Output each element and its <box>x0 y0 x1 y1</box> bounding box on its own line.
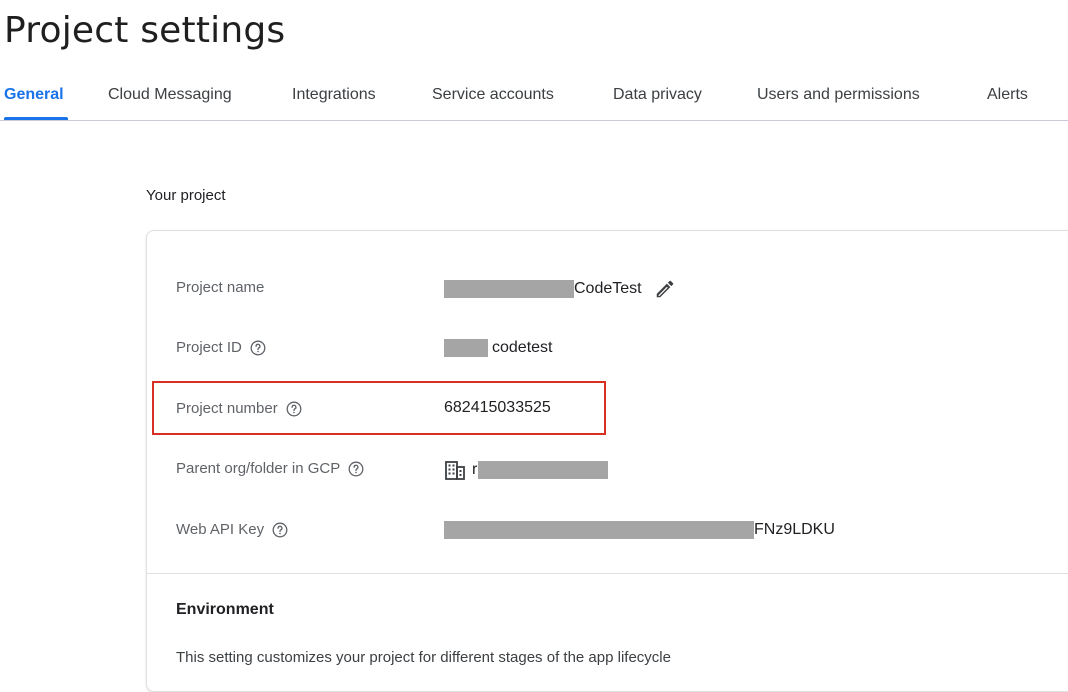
tab-data-privacy[interactable]: Data privacy <box>613 86 702 104</box>
environment-description: This setting customizes your project for… <box>176 649 671 666</box>
active-tab-indicator <box>4 117 68 120</box>
web-api-key-label: Web API Key <box>176 521 288 538</box>
parent-org-label-text: Parent org/folder in GCP <box>176 460 341 477</box>
building-icon <box>444 460 466 480</box>
tab-cloud-messaging[interactable]: Cloud Messaging <box>108 86 232 104</box>
project-number-text: 682415033525 <box>444 399 551 416</box>
web-api-key-value: FNz9LDKU <box>444 521 835 539</box>
project-name-label: Project name <box>176 279 264 296</box>
web-api-key-label-text: Web API Key <box>176 521 265 538</box>
tab-users-and-permissions[interactable]: Users and permissions <box>757 86 920 104</box>
project-id-label: Project ID <box>176 339 266 356</box>
project-name-label-text: Project name <box>176 279 265 296</box>
environment-title: Environment <box>176 601 274 618</box>
parent-org-label: Parent org/folder in GCP <box>176 460 364 477</box>
redaction-bar <box>444 280 574 298</box>
parent-org-visible-text: r <box>472 461 478 478</box>
project-name-visible-text: CodeTest <box>574 280 642 297</box>
page-title: Project settings <box>4 10 286 51</box>
project-id-label-text: Project ID <box>176 339 242 356</box>
project-id-value: codetest <box>444 339 552 357</box>
tab-general[interactable]: General <box>4 86 64 104</box>
section-title-your-project: Your project <box>146 187 226 204</box>
help-icon[interactable] <box>272 522 288 538</box>
edit-icon[interactable] <box>654 278 676 300</box>
redaction-bar <box>478 461 609 479</box>
project-number-value: 682415033525 <box>444 399 551 417</box>
project-id-visible-text: codetest <box>492 339 553 356</box>
help-icon[interactable] <box>348 461 364 477</box>
tab-bar: General Cloud Messaging Integrations Ser… <box>0 72 1068 121</box>
redaction-bar <box>444 521 754 539</box>
web-api-key-visible-text: FNz9LDKU <box>754 521 835 538</box>
project-name-value: CodeTest <box>444 278 676 300</box>
tab-integrations[interactable]: Integrations <box>292 86 376 104</box>
tab-service-accounts[interactable]: Service accounts <box>432 86 554 104</box>
project-number-label-text: Project number <box>176 400 278 417</box>
help-icon[interactable] <box>250 340 266 356</box>
redaction-bar <box>444 339 488 357</box>
parent-org-value: r <box>444 460 609 480</box>
project-number-label: Project number <box>176 400 302 417</box>
tab-alerts[interactable]: Alerts <box>987 86 1028 104</box>
section-divider <box>146 573 1068 574</box>
help-icon[interactable] <box>286 401 302 417</box>
